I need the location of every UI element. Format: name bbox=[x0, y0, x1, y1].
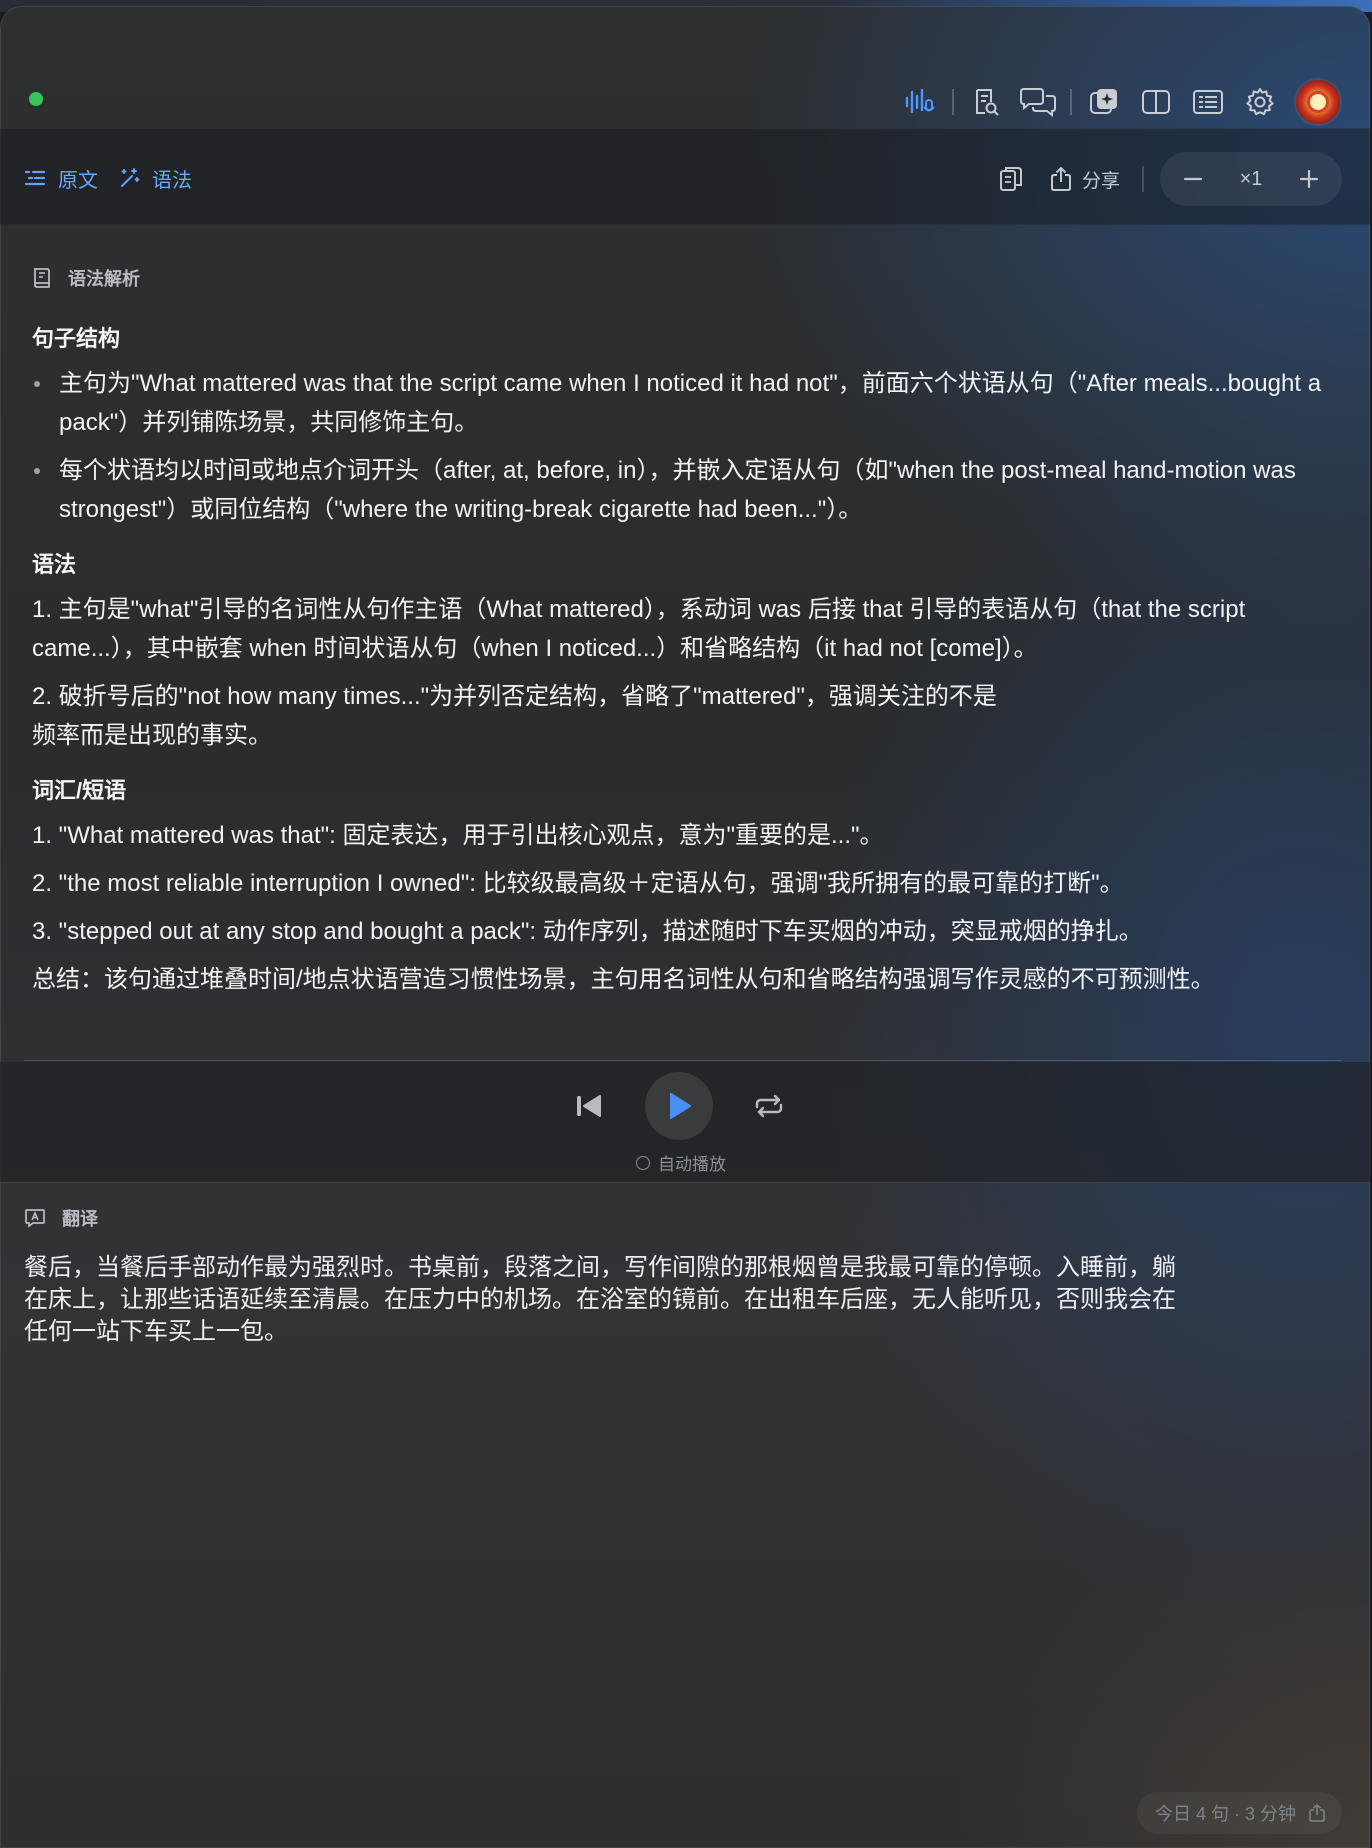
repeat-button[interactable] bbox=[745, 1082, 793, 1130]
repeat-icon bbox=[755, 1094, 783, 1118]
autoplay-toggle[interactable]: 自动播放 bbox=[636, 1150, 726, 1175]
audio-player: 自动播放 bbox=[0, 1062, 1370, 1183]
plus-icon bbox=[1299, 169, 1319, 189]
zoom-level: ×1 bbox=[1239, 167, 1263, 190]
reader-view-icon[interactable] bbox=[1182, 80, 1234, 124]
title-bar bbox=[0, 6, 1370, 129]
ai-assistant-icon[interactable] bbox=[1078, 80, 1130, 124]
play-icon bbox=[670, 1093, 691, 1119]
split-view-icon[interactable] bbox=[1130, 80, 1182, 124]
previous-sentence-button[interactable] bbox=[565, 1082, 613, 1130]
grammar-heading: 语法 bbox=[32, 552, 77, 577]
sentence-structure-list: 主句为"What mattered was that the script ca… bbox=[32, 364, 1342, 529]
share-button[interactable]: 分享 bbox=[1050, 166, 1120, 193]
tab-grammar-label: 语法 bbox=[152, 169, 192, 192]
title-bar-actions bbox=[894, 80, 1340, 124]
player-controls bbox=[565, 1072, 793, 1140]
settings-gear-icon[interactable] bbox=[1234, 80, 1286, 124]
sentence-structure-heading: 句子结构 bbox=[32, 326, 121, 351]
toolbar-separator bbox=[1070, 89, 1072, 115]
play-button[interactable] bbox=[645, 1072, 713, 1140]
copy-icon bbox=[999, 167, 1022, 191]
chat-bubbles-icon[interactable] bbox=[1012, 80, 1064, 124]
tab-source-text[interactable]: 原文 bbox=[24, 160, 98, 196]
translate-icon bbox=[25, 1209, 45, 1228]
vocabulary-heading: 词汇/短语 bbox=[32, 778, 127, 803]
status-indicator-dot bbox=[29, 92, 43, 106]
document-search-icon[interactable] bbox=[960, 80, 1012, 124]
daily-stats-text: 今日 4 句 · 3 分钟 bbox=[1154, 1804, 1296, 1824]
grammar-analysis-header: 语法解析 bbox=[32, 264, 1342, 292]
minus-icon bbox=[1183, 177, 1203, 181]
list-icon bbox=[24, 170, 46, 186]
content-divider bbox=[24, 1060, 1342, 1061]
app-window: 原文 语法 分享 ×1 语法解析 句子结构 主句为"What mattered … bbox=[0, 6, 1370, 1848]
share-icon bbox=[1309, 1803, 1325, 1822]
zoom-out-button[interactable] bbox=[1174, 160, 1212, 198]
translation-title: 翻译 bbox=[62, 1209, 98, 1229]
tab-grammar[interactable]: 语法 bbox=[118, 160, 192, 196]
grammar-analysis-title: 语法解析 bbox=[68, 269, 140, 289]
zoom-control: ×1 bbox=[1160, 152, 1342, 206]
grammar-point: 1. 主句是"what"引导的名词性从句作主语（What mattered），系… bbox=[32, 596, 1246, 662]
translation-panel: 翻译 餐后，当餐后手部动作最为强烈时。书桌前，段落之间，写作间隙的那根烟曾是我最… bbox=[24, 1204, 1324, 1348]
daily-stats-badge[interactable]: 今日 4 句 · 3 分钟 bbox=[1136, 1792, 1342, 1834]
skip-back-icon bbox=[577, 1095, 601, 1117]
toolbar-right-actions: 分享 ×1 bbox=[998, 152, 1342, 206]
vocabulary-item: 2. "the most reliable interruption I own… bbox=[32, 870, 1124, 897]
toolbar-separator bbox=[1142, 166, 1144, 192]
vocabulary-item: 3. "stepped out at any stop and bought a… bbox=[32, 918, 1143, 945]
user-avatar[interactable] bbox=[1296, 80, 1340, 124]
vocabulary-item: 1. "What mattered was that": 固定表达，用于引出核心… bbox=[32, 822, 884, 849]
view-toolbar: 原文 语法 分享 ×1 bbox=[0, 128, 1370, 225]
toolbar-separator bbox=[952, 89, 954, 115]
grammar-analysis-panel: 语法解析 句子结构 主句为"What mattered was that the… bbox=[32, 264, 1342, 1008]
list-item: 每个状语均以时间或地点介词开头（after, at, before, in），并… bbox=[32, 451, 1342, 529]
list-item: 主句为"What mattered was that the script ca… bbox=[32, 364, 1342, 442]
share-icon bbox=[1050, 166, 1071, 191]
autoplay-label: 自动播放 bbox=[658, 1155, 726, 1174]
translation-header: 翻译 bbox=[24, 1204, 1324, 1232]
book-icon bbox=[34, 268, 50, 288]
summary-text: 总结：该句通过堆叠时间/地点状语营造习惯性场景，主句用名词性从句和省略结构强调写… bbox=[32, 966, 1215, 993]
voice-input-icon[interactable] bbox=[894, 80, 946, 124]
tab-source-label: 原文 bbox=[58, 169, 98, 192]
share-label: 分享 bbox=[1081, 170, 1120, 192]
magic-wand-icon bbox=[121, 168, 140, 187]
copy-button[interactable] bbox=[998, 165, 1024, 193]
translation-text: 餐后，当餐后手部动作最为强烈时。书桌前，段落之间，写作间隙的那根烟曾是我最可靠的… bbox=[24, 1254, 1176, 1345]
grammar-point: 2. 破折号后的"not how many times..."为并列否定结构，省… bbox=[32, 683, 997, 749]
zoom-in-button[interactable] bbox=[1290, 160, 1328, 198]
autoplay-radio[interactable] bbox=[636, 1155, 650, 1170]
